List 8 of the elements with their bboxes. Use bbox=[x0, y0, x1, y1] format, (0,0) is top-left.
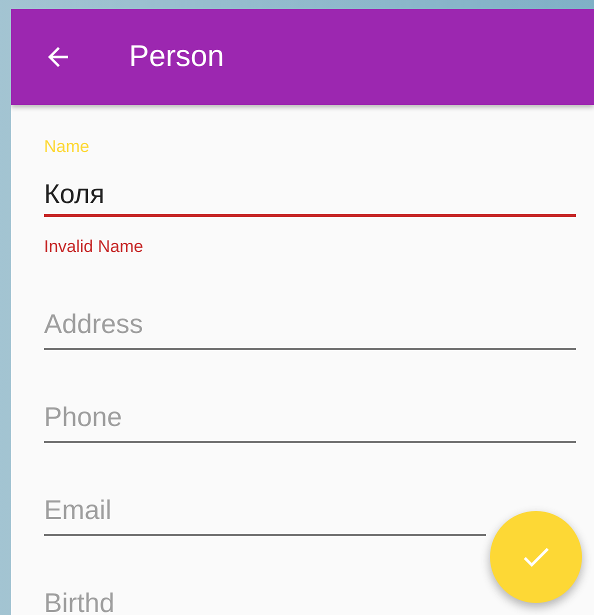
screen-title: Person bbox=[129, 40, 224, 74]
input-field[interactable]: Birthd bbox=[44, 586, 486, 615]
input-field[interactable]: Phone bbox=[44, 400, 576, 443]
field-label: Name bbox=[44, 137, 90, 157]
error-message: Invalid Name bbox=[44, 237, 144, 257]
input-field[interactable]: Address bbox=[44, 307, 576, 350]
name-input-field[interactable]: Коля bbox=[44, 177, 576, 217]
input-field[interactable]: Email bbox=[44, 493, 486, 536]
